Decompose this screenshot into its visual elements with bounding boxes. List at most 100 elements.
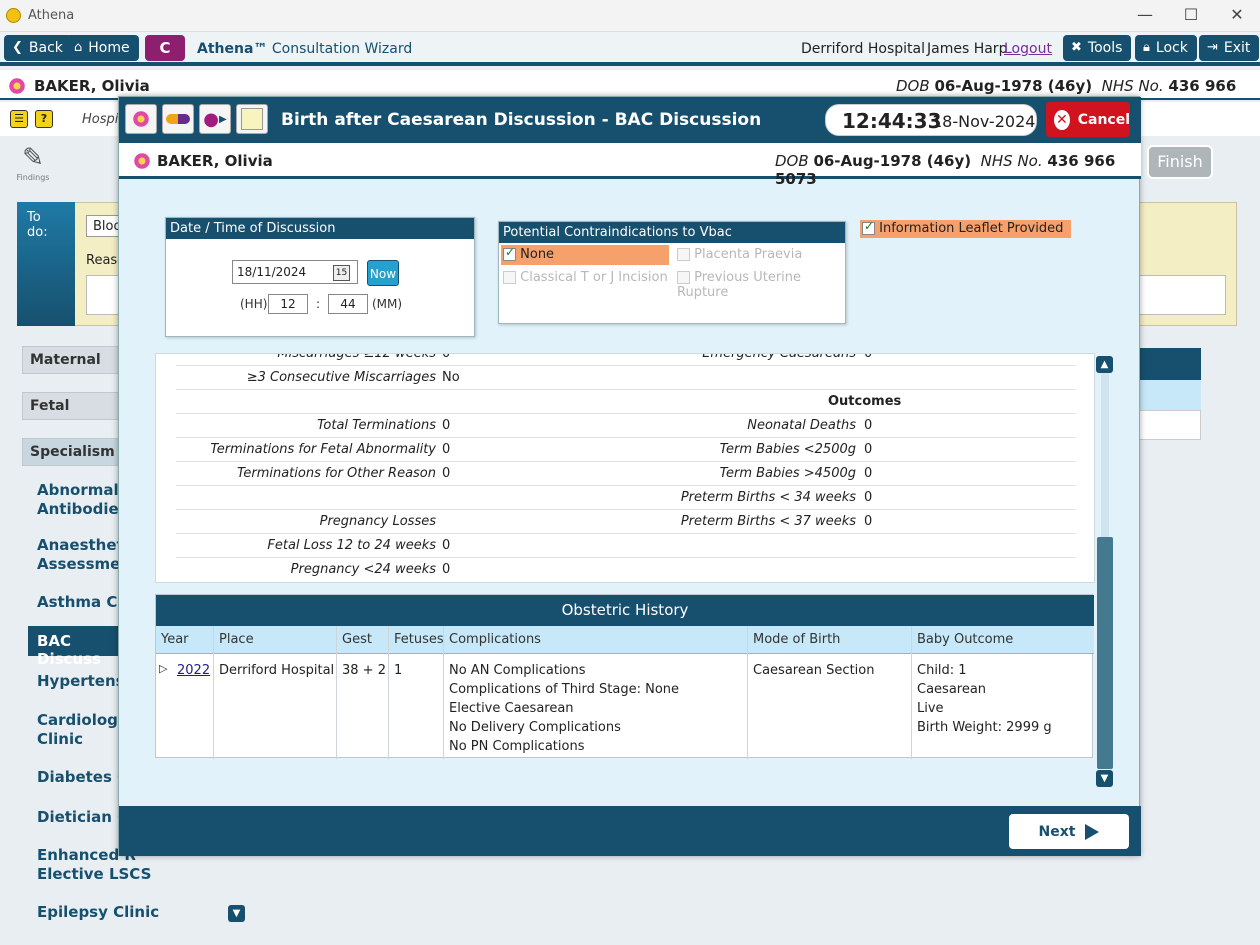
app-toolbar: ❮ Back ⌂ Home C Athena™ Consultation Wizar… (0, 32, 1260, 66)
classical-incision-checkbox[interactable]: Classical T or J Incision (503, 270, 668, 285)
table-row-gest: 38 + 2 (342, 663, 386, 678)
close-window-button[interactable]: ✕ (1214, 4, 1260, 28)
clock-date: 18-Nov-2024 (932, 112, 1036, 131)
table-row-fetuses: 1 (394, 663, 403, 678)
patient-name: BAKER, Olivia (157, 152, 273, 170)
minimize-button[interactable]: — (1122, 4, 1168, 28)
findings-button[interactable]: ✎ Findings (14, 143, 52, 189)
next-button[interactable]: Next (1009, 814, 1129, 849)
col-outcome[interactable]: Baby Outcome (917, 632, 1013, 647)
chevron-left-icon: ❮ (12, 40, 23, 55)
exit-button[interactable]: ⇥ Exit (1199, 35, 1260, 61)
window-title: Athena (28, 8, 75, 23)
patient-name: BAKER, Olivia (34, 77, 150, 95)
uterine-rupture-checkbox[interactable]: Previous Uterine Rupture (677, 270, 845, 300)
app-logo-icon (6, 8, 21, 23)
summary-row: Pregnancy Losses Preterm Births < 37 wee… (176, 510, 1076, 534)
tools-button[interactable]: ✖ Tools (1063, 35, 1132, 61)
col-gest[interactable]: Gest (342, 632, 372, 647)
now-button[interactable]: Now (367, 260, 399, 286)
placenta-praevia-checkbox[interactable]: Placenta Praevia (677, 247, 802, 262)
sidebar-section-maternal[interactable]: Maternal (22, 346, 120, 374)
todo-tab: To do: (17, 202, 75, 326)
flower-icon (133, 152, 151, 170)
home-button[interactable]: ⌂ Home (66, 35, 139, 61)
date-time-heading: Date / Time of Discussion (166, 218, 474, 239)
sidebar-item[interactable]: Epilepsy Clinic (37, 903, 237, 921)
summary-row: Pregnancy <24 weeks 0 (290, 562, 451, 577)
lock-button[interactable]: 🔒︎ Lock (1135, 35, 1197, 61)
expand-icon[interactable]: ▷ (159, 659, 167, 678)
dialog-footer: Next (119, 806, 1141, 856)
table-row-place: Derriford Hospital (219, 663, 335, 678)
sidebar-item-selected[interactable]: BAC Discuss (28, 626, 123, 668)
back-button[interactable]: ❮ Back (4, 35, 72, 61)
time-separator: : (316, 297, 321, 311)
notes-icon[interactable] (236, 104, 268, 134)
col-fetuses[interactable]: Fetuses (394, 632, 444, 647)
summary-row: Miscarriages ≥12 weeks 0 Emergency Caesar… (176, 354, 1076, 366)
summary-row: Outcomes (176, 390, 1076, 414)
date-time-panel: Date / Time of Discussion 18/11/2024 15 … (165, 217, 475, 337)
scroll-down-icon[interactable]: ▼ (228, 905, 245, 922)
table-row-year[interactable]: 2022 (177, 661, 210, 680)
tools-icon: ✖ (1071, 40, 1082, 55)
minute-input[interactable]: 44 (328, 294, 368, 314)
next-arrow-icon (1085, 823, 1100, 840)
pregnancy-summary: Miscarriages ≥12 weeks 0 Emergency Caesar… (155, 353, 1095, 583)
dialog-title: Birth after Caesarean Discussion - BAC D… (281, 110, 762, 130)
col-place[interactable]: Place (219, 632, 254, 647)
summary-row: Terminations for Other Reason 0 Term Babi… (176, 462, 1076, 486)
flower-icon[interactable] (125, 104, 157, 134)
calendar-icon[interactable]: 15 (333, 265, 350, 281)
list-icon[interactable]: ☰ (10, 110, 28, 128)
table-header-row: Year Place Gest Fetuses Complications Mo… (156, 626, 1094, 654)
pills-icon[interactable] (162, 104, 194, 134)
clock: 12:44:33 18-Nov-2024 (825, 104, 1037, 136)
notepad-icon: ✎ (22, 143, 44, 173)
contraindications-heading: Potential Contraindications to Vbac (499, 222, 845, 243)
maximize-button[interactable]: ☐ (1168, 4, 1214, 28)
table-row-mode: Caesarean Section (753, 663, 875, 678)
hour-input[interactable]: 12 (268, 294, 308, 314)
summary-row: Fetal Loss 12 to 24 weeks 0 (176, 534, 1076, 558)
none-checkbox[interactable]: None (501, 245, 669, 265)
col-mode[interactable]: Mode of Birth (753, 632, 840, 647)
scroll-down-icon[interactable]: ▼ (1096, 770, 1113, 787)
person-icon[interactable]: ● ▶ (199, 104, 231, 134)
background-hospital: Hospi (82, 112, 119, 127)
contraindications-panel: Potential Contraindications to Vbac None… (498, 221, 846, 324)
help-icon[interactable]: ? (35, 110, 53, 128)
hospital-name: Derriford Hospital (801, 41, 926, 57)
user-name: James Harp (927, 41, 1008, 57)
exit-icon: ⇥ (1207, 40, 1218, 55)
outcomes-heading: Outcomes (828, 394, 902, 409)
col-year[interactable]: Year (161, 632, 189, 647)
obstetric-history-title: Obstetric History (156, 595, 1094, 626)
checkbox-checked-icon (862, 219, 875, 235)
col-complications[interactable]: Complications (449, 632, 541, 647)
flower-icon (8, 77, 26, 95)
clock-time: 12:44:33 (842, 109, 942, 133)
checkbox-checked-icon (503, 245, 516, 261)
bac-discussion-dialog: ● ▶ Birth after Caesarean Discussion - BA… (118, 96, 1141, 856)
window-titlebar: Athena — ☐ ✕ (0, 0, 1260, 32)
dialog-header: ● ▶ Birth after Caesarean Discussion - BA… (119, 97, 1141, 143)
leaflet-checkbox[interactable]: Information Leaflet Provided (860, 219, 1071, 238)
sidebar-section-specialism[interactable]: Specialism (22, 438, 120, 466)
mm-label: (MM) (372, 297, 403, 311)
obstetric-history-table: Obstetric History Year Place Gest Fetuse… (155, 594, 1094, 759)
scroll-up-icon[interactable]: ▲ (1096, 356, 1113, 373)
wizard-name: Athena™ Consultation Wizard (197, 41, 413, 57)
summary-row: Preterm Births < 34 weeks 0 (176, 486, 1076, 510)
sidebar-item[interactable]: Elective LSCS (37, 865, 237, 883)
sidebar-section-fetal[interactable]: Fetal (22, 392, 120, 420)
logout-link[interactable]: Logout (1004, 41, 1052, 57)
finish-button[interactable]: Finish (1147, 145, 1213, 179)
scroll-thumb[interactable] (1097, 537, 1113, 769)
c-button[interactable]: C (145, 35, 185, 61)
lock-icon: 🔒︎ (1143, 40, 1150, 55)
home-icon: ⌂ (74, 40, 83, 55)
cancel-button[interactable]: ✕ Cancel (1046, 102, 1130, 137)
date-input[interactable]: 18/11/2024 15 (232, 260, 358, 284)
